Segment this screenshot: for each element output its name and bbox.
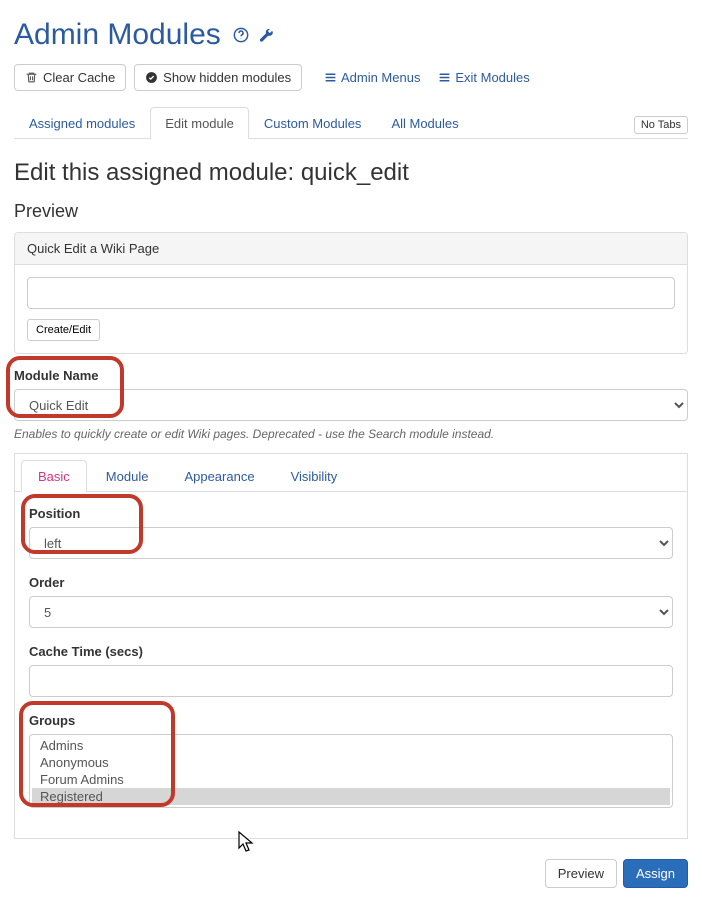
clear-cache-label: Clear Cache xyxy=(43,70,115,85)
footer-actions: Preview Assign xyxy=(14,859,688,888)
tab-basic[interactable]: Basic xyxy=(21,460,87,492)
module-name-select[interactable]: Quick Edit xyxy=(14,389,688,421)
cache-time-input[interactable] xyxy=(29,665,673,697)
position-label: Position xyxy=(29,506,673,521)
admin-menus-link[interactable]: Admin Menus xyxy=(324,70,420,85)
module-settings-panel: Basic Module Appearance Visibility Posit… xyxy=(14,453,688,839)
groups-label: Groups xyxy=(29,713,673,728)
preview-panel-title: Quick Edit a Wiki Page xyxy=(15,233,687,265)
trash-icon xyxy=(25,70,38,85)
group-option-forum-admins[interactable]: Forum Admins xyxy=(32,771,670,788)
inner-tabs: Basic Module Appearance Visibility xyxy=(15,454,687,492)
groups-select[interactable]: Admins Anonymous Forum Admins Registered xyxy=(29,734,673,808)
show-hidden-button[interactable]: Show hidden modules xyxy=(134,64,302,91)
menu-icon xyxy=(324,70,337,84)
no-tabs-button[interactable]: No Tabs xyxy=(634,116,688,134)
preview-button[interactable]: Preview xyxy=(545,859,617,888)
exit-modules-link[interactable]: Exit Modules xyxy=(438,70,529,85)
tab-appearance[interactable]: Appearance xyxy=(167,460,271,492)
tab-edit-module[interactable]: Edit module xyxy=(150,107,249,139)
main-tabs: Assigned modules Edit module Custom Modu… xyxy=(14,107,688,139)
help-icon[interactable] xyxy=(233,28,253,45)
module-name-label: Module Name xyxy=(14,368,688,383)
group-option-anonymous[interactable]: Anonymous xyxy=(32,754,670,771)
clear-cache-button[interactable]: Clear Cache xyxy=(14,64,126,91)
tab-all-modules[interactable]: All Modules xyxy=(376,107,473,139)
assign-button[interactable]: Assign xyxy=(623,859,688,888)
position-select[interactable]: left xyxy=(29,527,673,559)
exit-modules-label: Exit Modules xyxy=(455,70,529,85)
page-title-text: Admin Modules xyxy=(14,18,221,51)
order-label: Order xyxy=(29,575,673,590)
toolbar: Clear Cache Show hidden modules Admin Me… xyxy=(14,64,688,91)
tab-assigned-modules[interactable]: Assigned modules xyxy=(14,107,150,139)
tab-module[interactable]: Module xyxy=(89,460,166,492)
menu-icon xyxy=(438,70,451,84)
group-option-admins[interactable]: Admins xyxy=(32,737,670,754)
order-select[interactable]: 5 xyxy=(29,596,673,628)
tab-custom-modules[interactable]: Custom Modules xyxy=(249,107,377,139)
show-hidden-label: Show hidden modules xyxy=(163,70,291,85)
create-edit-button[interactable]: Create/Edit xyxy=(27,319,100,341)
wrench-icon[interactable] xyxy=(258,28,274,45)
preview-heading: Preview xyxy=(14,201,688,222)
check-circle-icon xyxy=(145,70,158,85)
tab-visibility[interactable]: Visibility xyxy=(274,460,355,492)
preview-panel: Quick Edit a Wiki Page Create/Edit xyxy=(14,232,688,354)
module-name-help: Enables to quickly create or edit Wiki p… xyxy=(14,427,688,441)
section-heading: Edit this assigned module: quick_edit xyxy=(14,159,688,187)
group-option-registered[interactable]: Registered xyxy=(32,788,670,805)
page-title: Admin Modules xyxy=(14,18,688,52)
cache-time-label: Cache Time (secs) xyxy=(29,644,673,659)
admin-menus-label: Admin Menus xyxy=(341,70,420,85)
quick-edit-input[interactable] xyxy=(27,277,675,309)
